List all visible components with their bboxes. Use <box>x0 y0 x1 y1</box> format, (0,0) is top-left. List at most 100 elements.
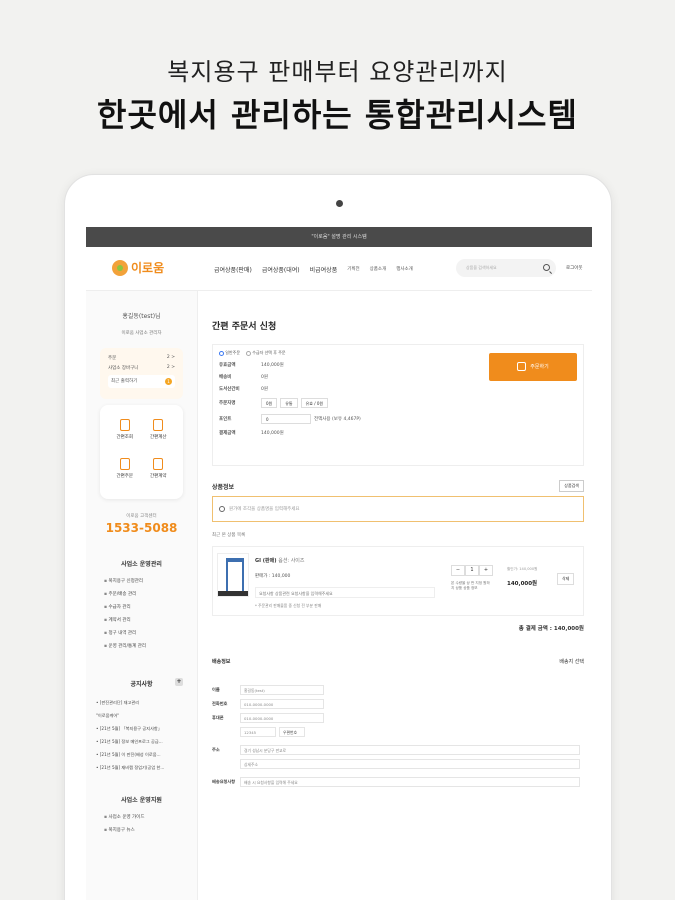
notice-item[interactable]: • [21년 5월] 정보 메인프로그 공급... <box>96 739 189 745</box>
option-recipient[interactable]: 수급자 선택 후 주문 <box>246 350 286 356</box>
ops-menu-item[interactable]: 계약서 관리 <box>104 617 197 623</box>
ops-menu-item[interactable]: 복지용구 신청관리 <box>104 578 197 584</box>
cart-row-recent[interactable]: 최근 출력하기 1 <box>108 375 175 388</box>
shipping-title: 배송정보 <box>212 659 231 665</box>
nav-rental[interactable]: 급여상품(대여) <box>262 265 300 274</box>
shipping-form: 이름 홍길동(test) 전화번호 010-0000-0000 휴대폰 010-000… <box>212 685 584 787</box>
qty-note: 본 수량을 상 판 지정 원하지 상품 상품 정보 <box>451 581 490 590</box>
qty-value[interactable]: 1 <box>465 565 479 576</box>
notice-list: • [판진관리단] 재고관리 "이로움케어" • [21년 5월] 「복지용구 … <box>96 700 189 771</box>
cs-phone[interactable]: 1533-5088 <box>86 521 197 535</box>
logo[interactable]: 이로움 <box>112 259 164 276</box>
site-header: 이로움 급여상품(판매) 급여상품(대여) 비급여상품 기획전 상품소개 행사소… <box>86 247 592 291</box>
ops-section-title: 사업소 운영관리 <box>121 561 162 568</box>
search-icon[interactable] <box>543 264 550 271</box>
customer-center: 이로움 고객센터 1533-5088 <box>86 513 197 535</box>
orderer-field-2[interactable]: 유통 <box>280 398 298 408</box>
cs-label: 이로움 고객센터 <box>126 514 157 519</box>
shipping-select[interactable]: 배송지 선택 <box>559 658 584 665</box>
order-total: 총 결제 금액 : 140,000원 <box>518 626 584 632</box>
product-note: * 주문관리 판매물품 중 신청 전 부분 판매 <box>255 603 322 608</box>
page-title: 간편 주문서 신청 <box>212 322 277 332</box>
app-screen: "이로움" 설명 관리 시스템 이로움 급여상품(판매) 급여상품(대여) 비급… <box>86 227 592 900</box>
search-icon <box>219 506 225 512</box>
quick-contract[interactable]: 간편계약 <box>142 452 176 491</box>
qty-minus[interactable]: − <box>451 565 465 576</box>
product-option[interactable]: 옵션: 사이즈 <box>278 558 304 564</box>
request-field[interactable]: 배송 시 요청사항을 입력해 주세요 <box>240 777 580 787</box>
product-price: 판매가 : 140,000 <box>255 574 291 579</box>
ship-row-zip: 12345 우편번호 <box>212 727 584 737</box>
zip-button[interactable]: 우편번호 <box>279 727 305 737</box>
orderer-field-1[interactable]: 0원 <box>261 398 278 408</box>
phone-field[interactable]: 010-0000-0000 <box>240 699 324 709</box>
user-info: 홍길동(test)님 이로움 사업소 관리자 <box>86 291 197 336</box>
user-role: 이로움 사업소 관리자 <box>121 331 162 336</box>
nav-special[interactable]: 기획전 <box>347 266 359 274</box>
quantity-stepper: − 1 + <box>451 565 493 576</box>
nav-event[interactable]: 행사소개 <box>396 266 413 274</box>
point-input[interactable]: 0 <box>261 414 311 424</box>
support-menu-item[interactable]: 복지용구 뉴스 <box>104 827 197 833</box>
notice-item[interactable]: "이로움케어" <box>96 713 189 719</box>
row-point: 포인트 0 전액사용 (보유 4,467P) <box>219 414 577 424</box>
nav-product-intro[interactable]: 상품소개 <box>370 266 387 274</box>
radio-icon <box>219 350 224 356</box>
quick-order[interactable]: 간편주문 <box>108 452 142 491</box>
product-search-button[interactable]: 상품검색 <box>559 480 584 492</box>
delete-button[interactable]: 삭제 <box>557 573 575 585</box>
point-use-all[interactable]: 전액사용 (보유 4,467P) <box>314 416 361 422</box>
tablet-frame: "이로움" 설명 관리 시스템 이로움 급여상품(판매) 급여상품(대여) 비급… <box>64 174 612 900</box>
orderer-field-3[interactable]: 유효 / 0원 <box>300 398 329 408</box>
document-search-icon <box>119 419 130 431</box>
notice-item[interactable]: • [21년 5월] 「복지용구 공지사항」 <box>96 726 189 732</box>
ship-row-address: 주소 경기 성남시 분당구 판교로 <box>212 745 584 755</box>
ops-menu: 복지용구 신청관리 주문/배송 관리 수급자 관리 계약서 관리 청구 내역 관… <box>104 578 197 649</box>
radio-icon <box>246 350 252 356</box>
quick-calc[interactable]: 간편계산 <box>142 413 176 452</box>
name-field[interactable]: 홍길동(test) <box>240 685 324 695</box>
support-menu-item[interactable]: 사업소 운영 가이드 <box>104 814 197 820</box>
ops-menu-item[interactable]: 운영 관리/통계 관리 <box>104 643 197 649</box>
cart-row-basket[interactable]: 사업소 장바구니 2 > <box>108 365 175 371</box>
search-placeholder: 상품을 검색하세요 <box>466 265 497 270</box>
option-general[interactable]: 일반주문 <box>219 350 240 356</box>
ops-menu-item[interactable]: 수급자 관리 <box>104 604 197 610</box>
cart-row-order[interactable]: 주문 2 > <box>108 355 175 361</box>
nav-sales[interactable]: 급여상품(판매) <box>214 265 252 274</box>
selected-products-label: 최근 본 상품 목록 <box>212 533 246 538</box>
ship-row-mobile: 휴대폰 010-0000-0000 <box>212 713 584 723</box>
hero-subtitle: 복지용구 판매부터 요양관리까지 <box>167 58 508 86</box>
zip-field[interactable]: 12345 <box>240 727 276 737</box>
notice-item[interactable]: • [21년 5월] 이 판진(배성 이로움... <box>96 752 189 758</box>
notice-more-button[interactable]: + <box>175 678 183 686</box>
address-field[interactable]: 경기 성남시 분당구 판교로 <box>240 745 580 755</box>
product-item: GI (판매) 옵션: 사이즈 판매가 : 140,000 요청사항 상품관련 … <box>212 546 584 616</box>
ship-row-address-detail: 상세주소 <box>212 759 584 769</box>
user-name: 홍길동(test)님 <box>122 313 161 320</box>
nav-nonbenefit[interactable]: 비급여상품 <box>310 265 338 274</box>
search-input[interactable]: 상품을 검색하세요 <box>456 259 556 277</box>
notice-title: 공지사항 + <box>130 678 183 688</box>
order-button[interactable]: 주문하기 <box>489 353 577 381</box>
notice-item[interactable]: • [21년 5월] 재비캡 정업기(공업 한... <box>96 765 189 771</box>
mobile-field[interactable]: 010-0000-0000 <box>240 713 324 723</box>
qty-plus[interactable]: + <box>479 565 493 576</box>
logout-link[interactable]: 로그아웃 <box>566 265 583 271</box>
address-detail-field[interactable]: 상세주소 <box>240 759 580 769</box>
contract-icon <box>153 458 164 470</box>
hero-title: 한곳에서 관리하는 통합관리시스템 <box>97 96 578 134</box>
logo-text: 이로움 <box>131 261 165 275</box>
notice-item[interactable]: • [판진관리단] 재고관리 <box>96 700 189 706</box>
row-remote: 도서산간비 0원 <box>219 387 269 392</box>
ship-row-phone: 전화번호 010-0000-0000 <box>212 699 584 709</box>
quick-lookup[interactable]: 간편조회 <box>108 413 142 452</box>
main-nav: 급여상품(판매) 급여상품(대여) 비급여상품 기획전 상품소개 행사소개 <box>214 265 413 274</box>
row-orderer: 주문자명 0원 유통 유효 / 0원 <box>219 398 577 408</box>
product-memo-input[interactable]: 요청사항 상품관련 요청사항을 입력해주세요 <box>255 587 435 598</box>
shipping-header: 배송정보 배송지 선택 <box>212 658 584 665</box>
ops-menu-item[interactable]: 청구 내역 관리 <box>104 630 197 636</box>
product-name: GI (판매) 옵션: 사이즈 <box>255 558 305 564</box>
product-search-input[interactable]: 원가에 조각을 상품명을 입력해주세요 <box>212 496 584 522</box>
ops-menu-item[interactable]: 주문/배송 관리 <box>104 591 197 597</box>
